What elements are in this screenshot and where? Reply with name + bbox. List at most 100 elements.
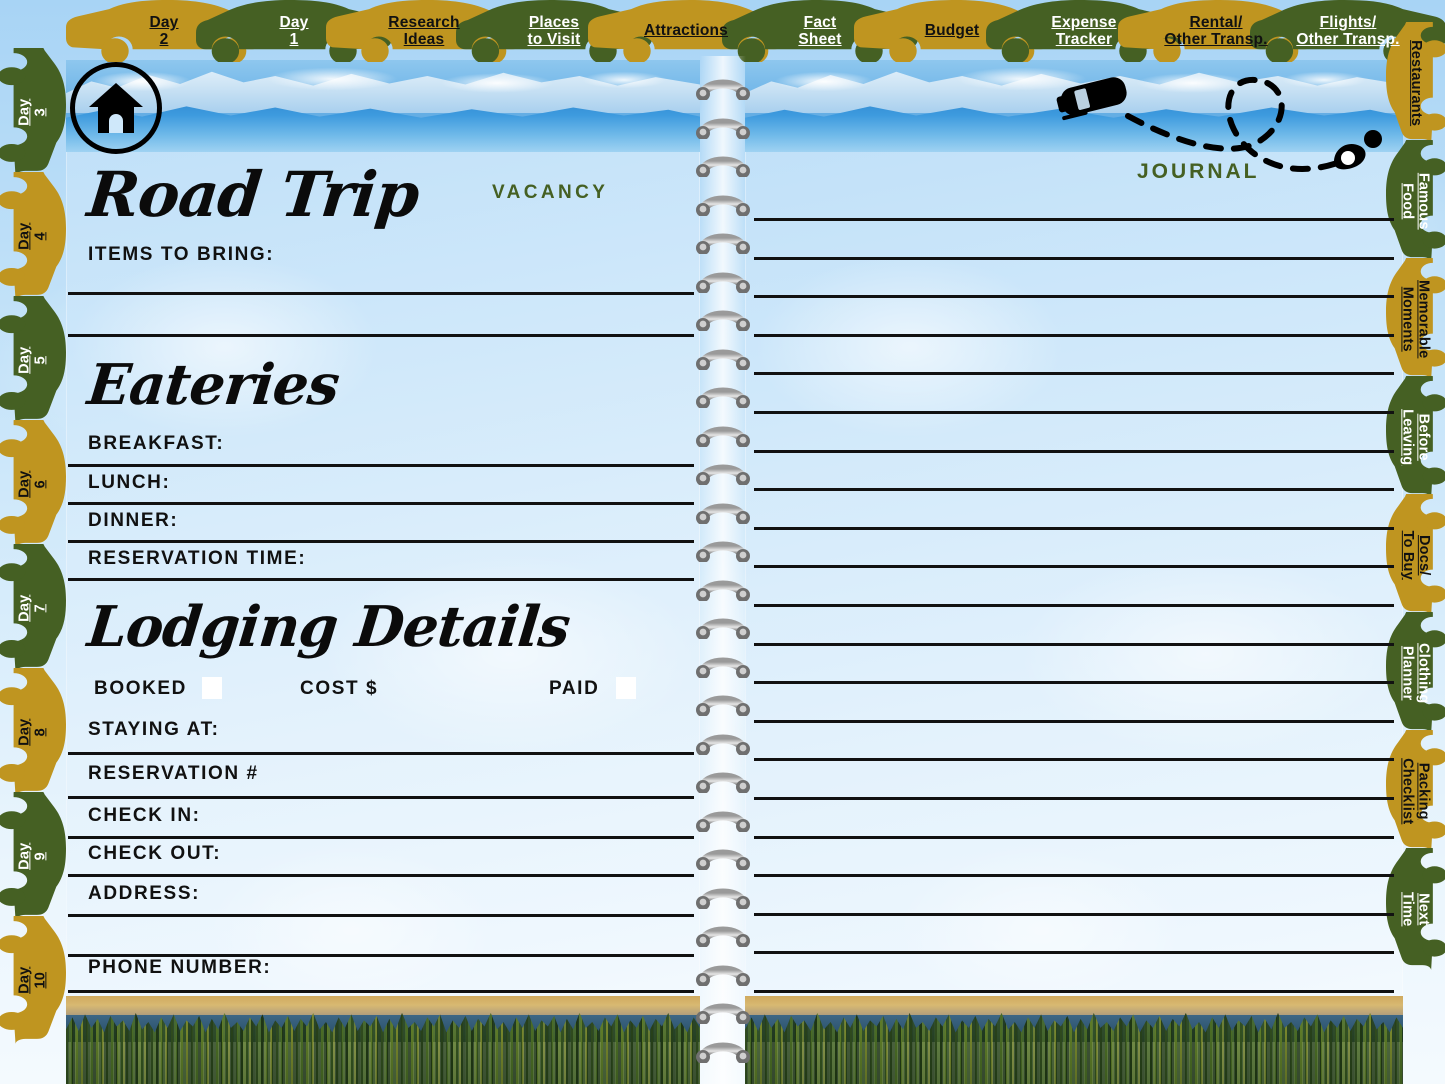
spiral-ring [695,498,751,524]
right-tab-label: Before Leaving [1399,408,1432,466]
journal-line-11[interactable] [754,642,1394,646]
spiral-ring [695,652,751,678]
top-tab-label: Attractions [643,22,728,40]
top-tab-label: Day 1 [279,13,309,48]
right-tab-2[interactable]: Memorable Moments [1386,258,1445,380]
spiral-ring [695,960,751,986]
left-tab-label: Day 7 [16,594,49,622]
field-line-breakfast[interactable] [68,464,694,467]
journal-line-5[interactable] [754,411,1394,414]
spiral-ring [695,998,751,1024]
field-line-check-in[interactable] [68,836,694,839]
spiral-ring [695,921,751,947]
journal-line-17[interactable] [754,874,1394,878]
right-tab-3[interactable]: Before Leaving [1386,376,1445,498]
journal-line-8[interactable] [754,526,1394,530]
field-line-staying-at[interactable] [68,752,694,755]
right-tab-5[interactable]: Clothing Planner [1386,612,1445,734]
spiral-ring [695,1037,751,1063]
journal-line-20[interactable] [754,990,1394,993]
journal-line-19[interactable] [754,951,1394,955]
spiral-ring [695,729,751,755]
items-to-bring-line-1[interactable] [68,292,694,295]
right-page-header-photo [745,60,1403,152]
journal-line-6[interactable] [754,449,1394,453]
booked-checkbox[interactable] [202,677,222,699]
journal-line-16[interactable] [754,835,1394,839]
field-line-dinner[interactable] [68,540,694,543]
journal-line-3[interactable] [754,333,1394,337]
right-tab-label: Memorable Moments [1399,279,1432,359]
home-button[interactable] [70,62,162,154]
journal-line-0[interactable] [754,218,1394,221]
spiral-ring [695,151,751,177]
journal-line-10[interactable] [754,604,1394,607]
spiral-ring [695,883,751,909]
spiral-ring [695,421,751,447]
left-page-footer-photo [66,996,700,1084]
right-tab-7[interactable]: Next Time [1386,848,1445,970]
field-label-check-out: CHECK OUT: [88,843,222,864]
spiral-ring [695,74,751,100]
left-tab-6[interactable]: Day 9 [0,792,66,920]
spiral-ring [695,806,751,832]
left-tab-3[interactable]: Day 6 [0,420,66,548]
left-tab-5[interactable]: Day 8 [0,668,66,796]
left-tab-label: Day 3 [16,98,49,126]
journal-line-12[interactable] [754,681,1394,685]
left-tab-1[interactable]: Day 4 [0,172,66,300]
spiral-ring [695,228,751,254]
journal-line-1[interactable] [754,256,1394,260]
left-tab-0[interactable]: Day 3 [0,48,66,176]
field-line-address-1[interactable] [68,914,694,917]
top-tab-label: Flights/ Other Transp. [1296,13,1400,48]
spiral-ring [695,113,751,139]
right-tab-4[interactable]: Docs/ To Buy [1386,494,1445,616]
spiral-ring [695,613,751,639]
field-line-lunch[interactable] [68,502,694,505]
journal-line-18[interactable] [754,912,1394,916]
spiral-ring [695,536,751,562]
journal-title: JOURNAL [1137,160,1260,183]
vacancy-stamp: VACANCY [492,182,609,203]
eateries-title: Eateries [84,352,342,418]
field-line-check-out[interactable] [68,874,694,877]
top-tab-label: Fact Sheet [798,13,842,48]
top-tab-label: Rental/ Other Transp. [1164,13,1268,48]
journal-line-13[interactable] [754,719,1394,723]
field-label-lunch: LUNCH: [88,472,171,493]
journal-line-2[interactable] [754,295,1394,299]
left-tab-4[interactable]: Day 7 [0,544,66,672]
items-to-bring-label: ITEMS TO BRING: [88,244,275,265]
paid-checkbox[interactable] [616,677,636,699]
top-tab-label: Expense Tracker [1051,13,1117,48]
right-tab-label: Famous Food [1399,172,1432,230]
journal-line-7[interactable] [754,488,1394,492]
spiral-ring [695,459,751,485]
left-tab-label: Day 10 [16,966,49,994]
journal-line-14[interactable] [754,758,1394,762]
field-label-reservation-number: RESERVATION # [88,763,259,784]
home-icon [89,83,143,133]
right-page [745,60,1403,1084]
journal-line-9[interactable] [754,565,1394,569]
field-line-reservation-number[interactable] [68,796,694,799]
top-tab-label: Research Ideas [388,13,460,48]
left-tab-2[interactable]: Day 5 [0,296,66,424]
left-tab-7[interactable]: Day 10 [0,916,66,1044]
top-tab-label: Budget [924,22,980,40]
field-label-check-in: CHECK IN: [88,805,201,826]
journal-line-15[interactable] [754,797,1394,800]
left-page-title: Road Trip [84,158,423,231]
spiral-ring [695,767,751,793]
journal-line-4[interactable] [754,372,1394,376]
field-line-phone-number[interactable] [68,990,694,993]
items-to-bring-line-2[interactable] [68,334,694,337]
right-tab-6[interactable]: Packing Checklist [1386,730,1445,852]
right-tab-1[interactable]: Famous Food [1386,140,1445,262]
field-label-address: ADDRESS: [88,883,201,904]
field-line-reservation-time[interactable] [68,578,694,581]
planner-spread: Road Trip VACANCY ITEMS TO BRING: Eateri… [0,0,1445,1084]
left-tab-label: Day 6 [16,470,49,498]
right-tab-label: Next Time [1399,891,1432,927]
